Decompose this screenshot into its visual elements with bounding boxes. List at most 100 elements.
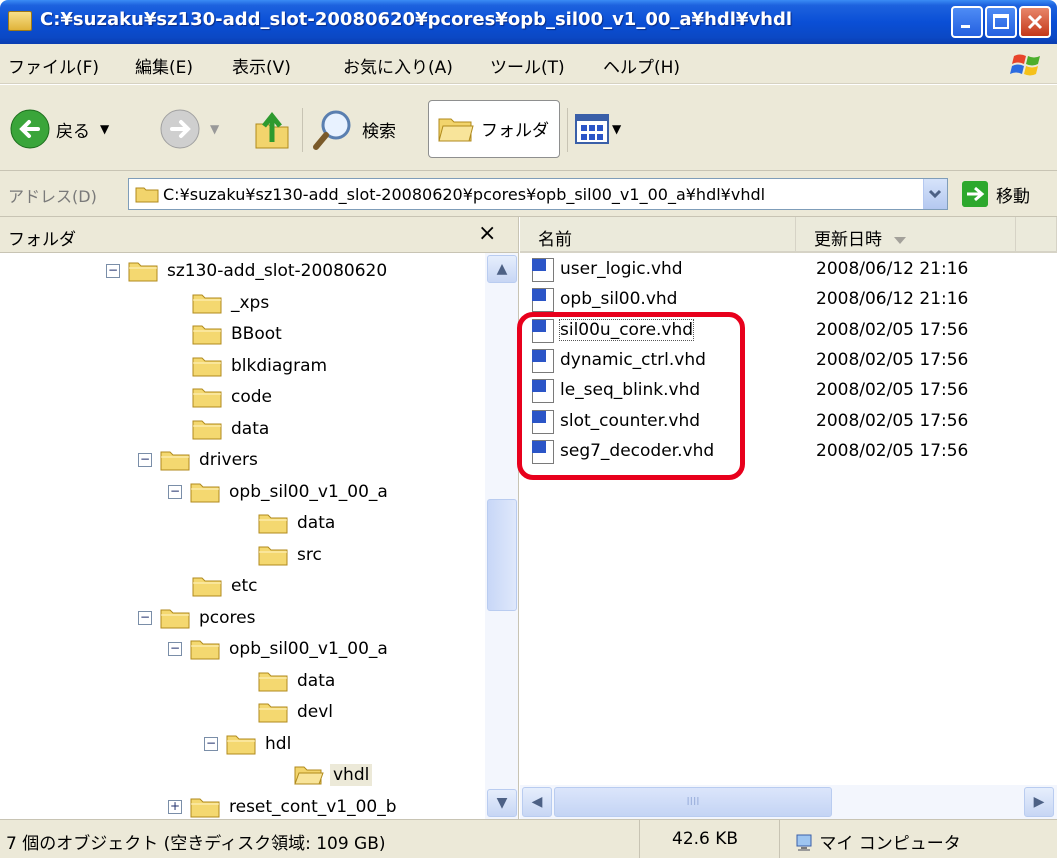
tree-item[interactable]: − opb_sil00_v1_00_a [168, 633, 391, 665]
file-row[interactable]: user_logic.vhd 2008/06/12 21:16 [520, 255, 1057, 285]
folder-icon [192, 388, 222, 408]
column-header-name[interactable]: 名前 [520, 217, 796, 253]
tree-item[interactable]: src [258, 539, 325, 571]
tree-item-label: sz130-add_slot-20080620 [167, 261, 388, 281]
collapse-icon[interactable]: − [168, 642, 182, 656]
open-folder-icon [294, 766, 324, 785]
file-modified: 2008/06/12 21:16 [816, 259, 969, 279]
tree-item-label: pcores [199, 607, 256, 628]
menu-favorites[interactable]: お気に入り(A) [343, 53, 453, 78]
toolbar-separator [567, 108, 568, 152]
folder-icon [160, 609, 190, 628]
collapse-icon[interactable]: − [204, 736, 218, 751]
sort-descending-icon [894, 236, 906, 244]
back-arrow-icon [10, 109, 50, 149]
address-input[interactable]: C:¥suzaku¥sz130-add_slot-20080620¥pcores… [128, 178, 948, 210]
collapse-icon[interactable]: − [168, 484, 182, 499]
title-bar[interactable]: C:¥suzaku¥sz130-add_slot-20080620¥pcores… [0, 0, 1057, 44]
folders-label: フォルダ [481, 120, 549, 141]
folder-icon [192, 420, 222, 439]
back-dropdown-icon[interactable]: ▼ [100, 122, 109, 136]
go-arrow-icon [962, 181, 988, 207]
folder-pane-header: フォルダ × [0, 217, 518, 253]
scroll-down-button[interactable]: ▼ [487, 789, 517, 817]
tree-item-label: src [297, 544, 322, 565]
folder-icon [192, 577, 222, 597]
tree-item[interactable]: − hdl [204, 728, 294, 760]
menu-edit[interactable]: 編集(E) [135, 53, 193, 78]
scroll-up-button[interactable]: ▲ [487, 255, 517, 283]
views-dropdown-icon[interactable]: ▼ [612, 122, 621, 136]
folder-icon [128, 262, 158, 282]
column-header-empty [1016, 217, 1057, 253]
scroll-thumb[interactable] [487, 499, 517, 611]
tree-item[interactable]: + reset_cont_v1_00_b [168, 791, 400, 820]
scroll-left-button[interactable]: ◀ [522, 787, 552, 817]
tree-item[interactable]: blkdiagram [192, 350, 330, 382]
folder-pane-title: フォルダ [8, 230, 76, 250]
file-modified: 2008/02/05 17:56 [816, 380, 969, 401]
forward-dropdown-icon[interactable]: ▼ [210, 122, 219, 136]
forward-arrow-icon [160, 109, 200, 149]
file-name: opb_sil00.vhd [560, 289, 678, 310]
forward-button[interactable]: ▼ [160, 105, 219, 153]
collapse-icon[interactable]: − [138, 610, 152, 625]
folder-pane-scrollbar[interactable]: ▲ ▼ [485, 253, 518, 819]
views-button[interactable]: ▼ [575, 105, 621, 153]
column-header-modified[interactable]: 更新日時 [796, 217, 1016, 253]
expand-icon[interactable]: + [168, 799, 182, 814]
tree-item-label: vhdl [330, 764, 373, 786]
tree-item[interactable]: data [258, 665, 338, 697]
folder-icon [226, 735, 256, 754]
folder-tree-icon [438, 118, 474, 142]
tree-item[interactable]: BBoot [192, 318, 285, 350]
tree-item[interactable]: data [192, 413, 272, 445]
folder-icon [135, 187, 159, 203]
collapse-icon[interactable]: − [138, 453, 152, 467]
highlight-annotation [517, 312, 745, 480]
search-button[interactable]: 検索 [312, 105, 396, 153]
tree-item[interactable]: − opb_sil00_v1_00_a [168, 476, 391, 508]
up-folder-icon[interactable] [252, 108, 292, 152]
tree-item[interactable]: code [192, 381, 275, 413]
file-row[interactable]: opb_sil00.vhd 2008/06/12 21:16 [520, 285, 1057, 315]
menu-file[interactable]: ファイル(F) [8, 53, 99, 78]
tree-item-label: code [231, 387, 272, 407]
menu-view[interactable]: 表示(V) [232, 53, 291, 78]
folder-pane: フォルダ × − sz130-add_slot-20080620 _xps BBoot… [0, 217, 519, 819]
scroll-thumb[interactable]: IIII [554, 787, 832, 817]
tree-item[interactable]: data [258, 507, 338, 539]
tree-item[interactable]: devl [258, 696, 336, 728]
folder-icon [190, 798, 220, 817]
tree-item-label: drivers [199, 450, 258, 470]
folders-button[interactable]: フォルダ [428, 100, 560, 158]
file-list-scrollbar[interactable]: ◀ IIII ▶ [520, 785, 1057, 819]
go-button[interactable]: 移動 [962, 181, 1030, 207]
tree-item-label: opb_sil00_v1_00_a [229, 481, 388, 502]
tree-item-label: data [297, 513, 336, 533]
folder-icon [190, 483, 220, 502]
tree-item[interactable]: − drivers [138, 444, 261, 476]
minimize-button[interactable] [951, 6, 983, 38]
address-dropdown-button[interactable] [923, 179, 947, 209]
tree-item[interactable]: − sz130-add_slot-20080620 [106, 255, 390, 287]
tree-item[interactable]: − pcores [138, 602, 258, 634]
menu-tools[interactable]: ツール(T) [490, 53, 565, 78]
collapse-icon[interactable]: − [106, 264, 120, 278]
tree-item-label: opb_sil00_v1_00_a [229, 639, 388, 659]
back-button[interactable]: 戻る ▼ [10, 105, 109, 153]
file-list-pane: 名前 更新日時 user_logic.vhd 2008/06/12 21:16 op… [520, 217, 1057, 819]
tree-item[interactable]: etc [192, 570, 260, 602]
status-objects: 7 個のオブジェクト (空きディスク領域: 109 GB) [0, 820, 640, 858]
search-label: 検索 [362, 121, 396, 142]
status-location-label: マイ コンピュータ [819, 834, 961, 854]
scroll-right-button[interactable]: ▶ [1024, 787, 1054, 817]
chevron-down-icon [928, 189, 942, 199]
tree-item[interactable]: _xps [192, 287, 272, 319]
menu-help[interactable]: ヘルプ(H) [603, 53, 680, 78]
folder-icon [258, 703, 288, 723]
close-icon[interactable]: × [478, 221, 496, 246]
close-button[interactable] [1019, 6, 1051, 38]
maximize-button[interactable] [985, 6, 1017, 38]
tree-item[interactable]: vhdl [294, 759, 373, 791]
